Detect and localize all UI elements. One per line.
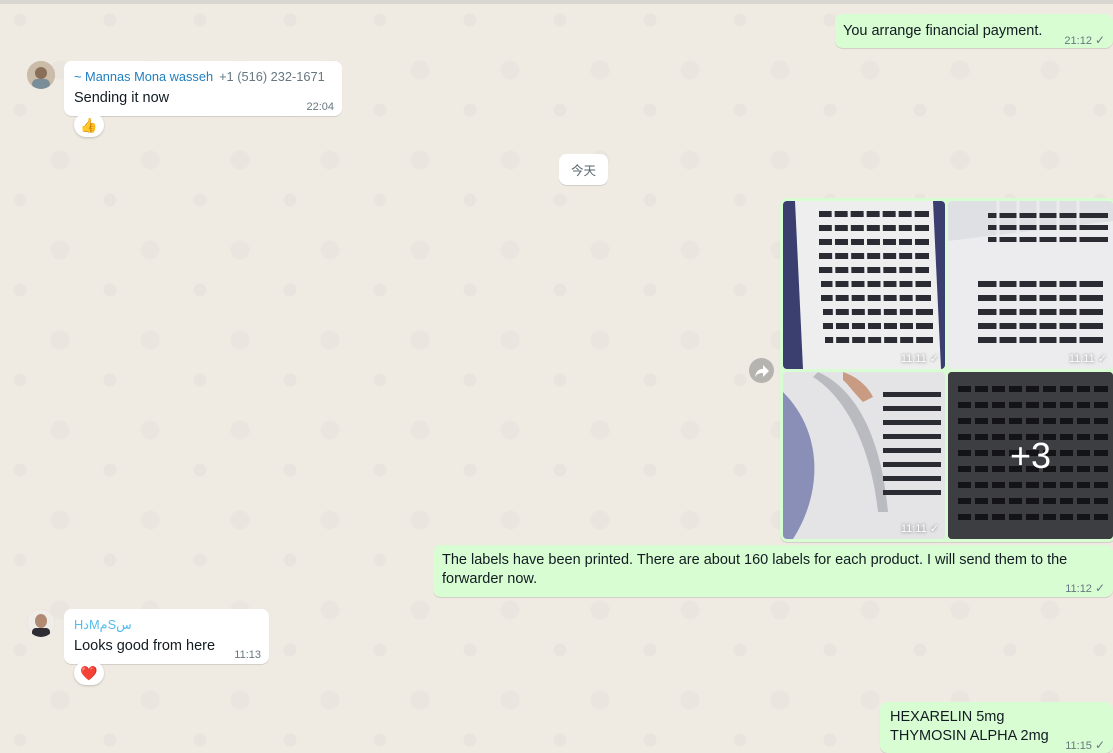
message-time-text: 21:12 (1064, 35, 1092, 47)
message-outgoing[interactable]: The labels have been printed. There are … (433, 545, 1113, 597)
heart-icon[interactable]: ❤️ (74, 661, 104, 685)
photo-time: 11:11 ✓ (900, 353, 939, 365)
message-outgoing[interactable]: HEXARELIN 5mg THYMOSIN ALPHA 2mg 11:15 ✓ (880, 702, 1113, 753)
forward-icon[interactable] (749, 358, 774, 383)
sender-phone: +1 (516) 232-1671 (219, 69, 325, 84)
message-text-line: HEXARELIN 5mg (890, 709, 1005, 725)
message-time-text: 11:15 (1065, 740, 1092, 752)
message-incoming[interactable]: HدMمSس Looks good from here 11:13 (64, 609, 269, 664)
check-icon: ✓ (1094, 581, 1105, 595)
message-text: The labels have been printed. There are … (442, 552, 1068, 587)
photo-thumbnail[interactable]: 11:11 ✓ (948, 201, 1113, 369)
photo-thumbnail[interactable]: 11:11 ✓ (783, 372, 945, 539)
photo-time: 11:11 ✓ (900, 523, 939, 535)
date-divider: 今天 (559, 154, 608, 185)
check-icon: ✓ (1094, 33, 1105, 47)
photo-album[interactable]: 11:11 ✓ 11:11 ✓ 11:11 ✓ +3 (780, 198, 1113, 542)
message-incoming[interactable]: ~ Mannas Mona wasseh +1 (516) 232-1671 Se… (64, 61, 342, 116)
message-time: 11:15 ✓ (1065, 736, 1105, 753)
photo-time-text: 11:11 (1068, 353, 1095, 365)
message-text: Sending it now (74, 90, 170, 106)
photo-time-text: 11:11 (900, 523, 927, 535)
more-photos-count[interactable]: +3 (948, 372, 1113, 539)
message-time: 21:12 ✓ (1064, 31, 1105, 51)
message-time: 11:12 ✓ (1065, 579, 1105, 599)
sender-name[interactable]: HدMمSس (74, 616, 132, 634)
message-text: You arrange financial payment. (843, 23, 1043, 39)
avatar[interactable] (27, 609, 55, 637)
photo-thumbnail[interactable]: +3 (948, 372, 1113, 539)
photo-time: 11:11 ✓ (1068, 353, 1107, 365)
header-edge (0, 0, 1113, 4)
message-time-text: 11:12 (1065, 583, 1092, 595)
message-time: 22:04 (306, 101, 334, 113)
message-text-line: THYMOSIN ALPHA 2mg (890, 728, 1049, 744)
message-text: Looks good from here (74, 638, 216, 654)
check-icon: ✓ (1094, 738, 1105, 752)
message-time: 11:13 (234, 649, 261, 661)
photo-time-text: 11:11 (900, 353, 927, 365)
thumbs-up-icon[interactable]: 👍 (74, 113, 104, 137)
chat-panel: You arrange financial payment. 21:12 ✓ ~ … (0, 0, 1113, 753)
sender-name-text: ~ Mannas Mona wasseh (74, 69, 214, 84)
sender-name[interactable]: ~ Mannas Mona wasseh +1 (516) 232-1671 (74, 68, 325, 86)
photo-thumbnail[interactable]: 11:11 ✓ (783, 201, 945, 369)
avatar[interactable] (27, 61, 55, 89)
message-outgoing[interactable]: You arrange financial payment. 21:12 ✓ (835, 14, 1113, 48)
